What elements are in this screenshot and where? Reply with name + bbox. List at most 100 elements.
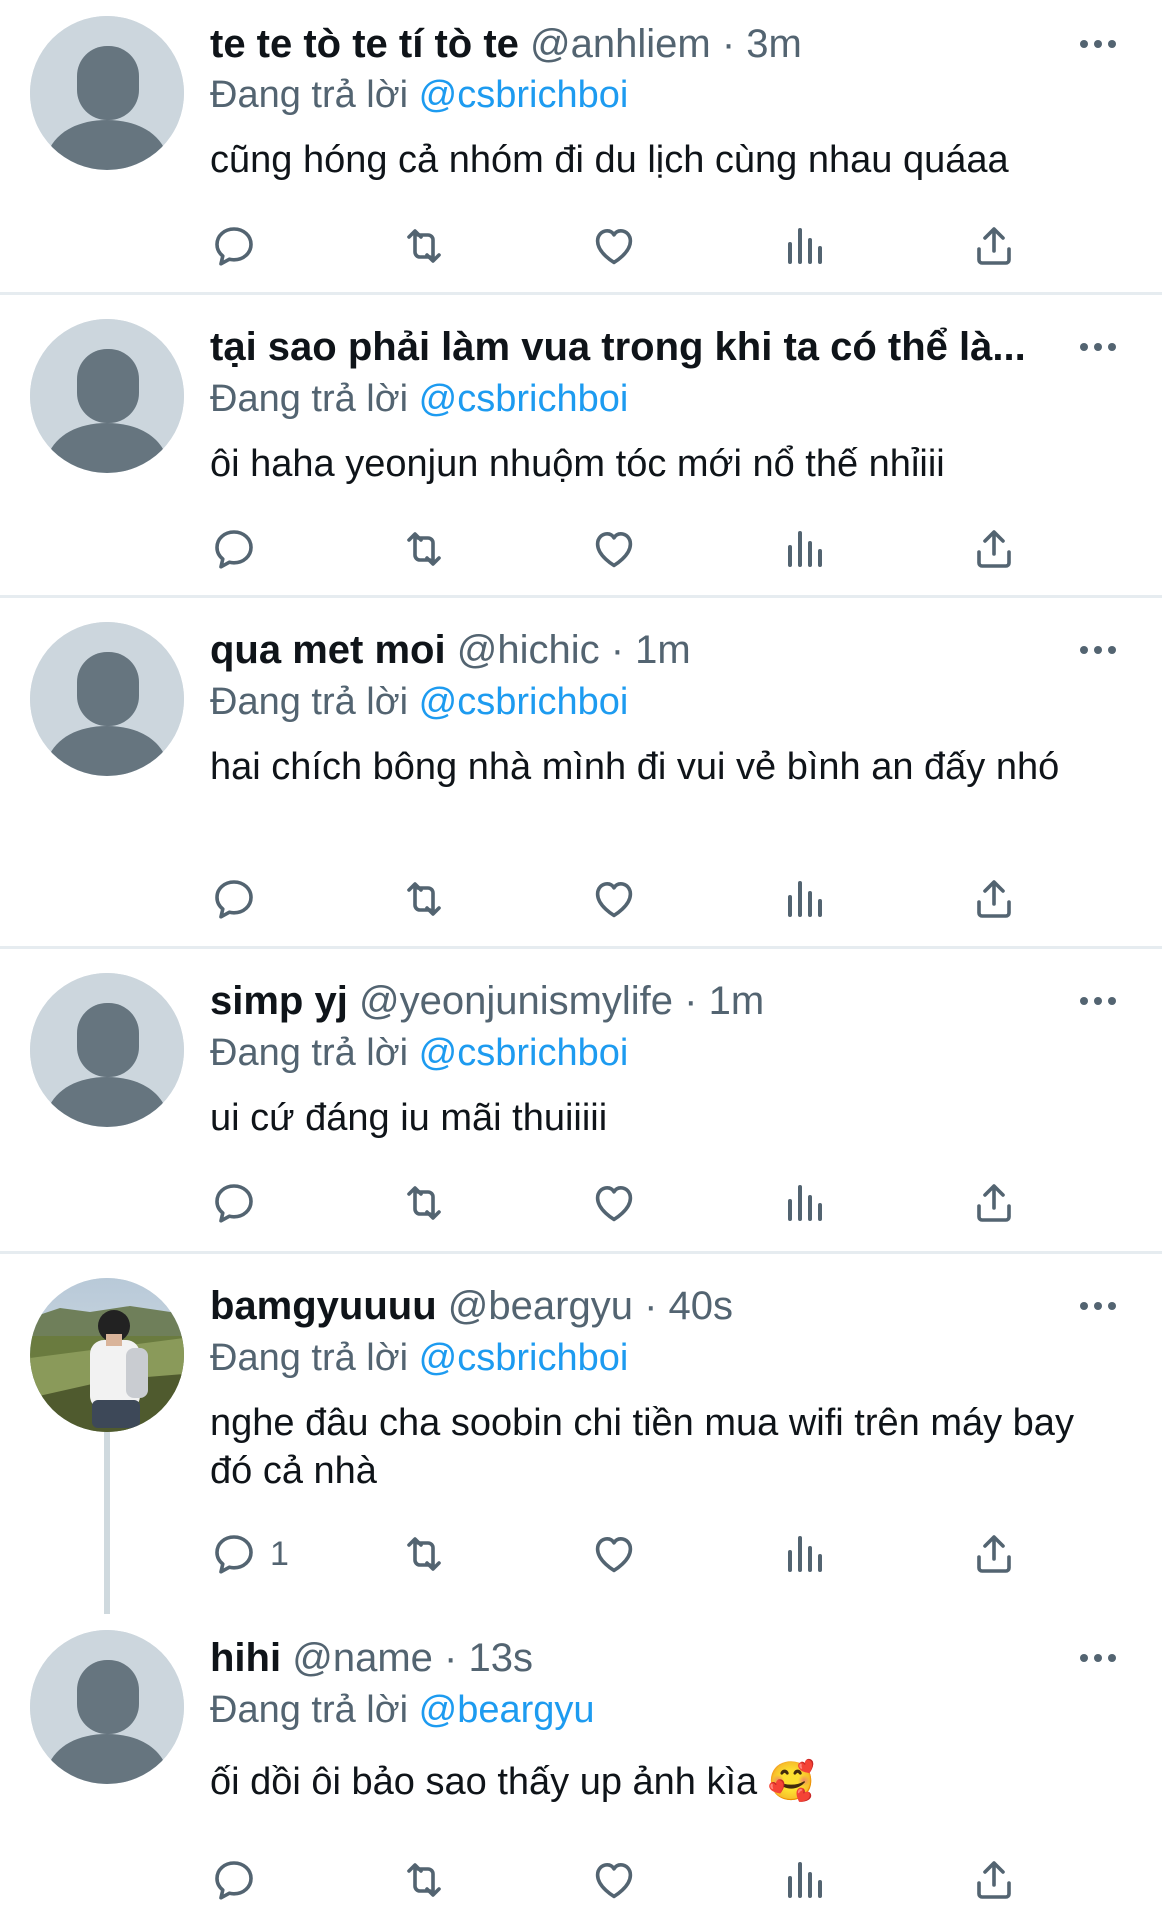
more-options-button[interactable] xyxy=(1074,20,1122,68)
replying-prefix: Đang trả lời xyxy=(210,1032,409,1074)
share-button[interactable] xyxy=(970,1526,1018,1582)
share-button[interactable] xyxy=(970,218,1018,274)
view-stats-button[interactable] xyxy=(780,521,828,577)
like-button[interactable] xyxy=(590,521,638,577)
reply-mention-link[interactable]: @csbrichboi xyxy=(419,378,629,420)
reply-tweet[interactable]: tại sao phải làm vua trong khi ta có thể… xyxy=(0,295,1162,595)
timestamp[interactable]: 1m xyxy=(709,979,765,1023)
replying-to: Đang trả lời @csbrichboi xyxy=(210,1334,628,1382)
reply-button[interactable] xyxy=(210,521,270,577)
more-icon xyxy=(1074,626,1122,674)
timestamp[interactable]: 40s xyxy=(669,1284,734,1328)
more-icon xyxy=(1074,20,1122,68)
more-options-button[interactable] xyxy=(1074,323,1122,371)
bar-chart-icon xyxy=(780,222,828,270)
like-button[interactable] xyxy=(590,218,638,274)
retweet-button[interactable] xyxy=(400,521,448,577)
display-name[interactable]: simp yj xyxy=(210,979,348,1023)
more-options-button[interactable] xyxy=(1074,626,1122,674)
share-button[interactable] xyxy=(970,871,1018,927)
retweet-button[interactable] xyxy=(400,1852,448,1908)
avatar[interactable] xyxy=(30,622,184,776)
view-stats-button[interactable] xyxy=(780,1175,828,1231)
avatar[interactable] xyxy=(30,16,184,170)
share-button[interactable] xyxy=(970,1852,1018,1908)
replying-prefix: Đang trả lời xyxy=(210,378,409,420)
more-options-button[interactable] xyxy=(1074,1282,1122,1330)
reply-mention-link[interactable]: @csbrichboi xyxy=(419,1337,629,1379)
separator: · xyxy=(644,1284,658,1328)
user-handle[interactable]: @hichic xyxy=(457,628,600,672)
reply-tweet[interactable]: te te tò te tí tò te @anhliem · 3m Đang … xyxy=(0,0,1162,292)
default-avatar-icon xyxy=(30,973,184,1127)
avatar[interactable] xyxy=(30,973,184,1127)
more-icon xyxy=(1074,323,1122,371)
reply-tweet[interactable]: simp yj @yeonjunismylife · 1m Đang trả l… xyxy=(0,949,1162,1251)
reply-mention-link[interactable]: @csbrichboi xyxy=(419,1032,629,1074)
action-bar xyxy=(210,521,1050,577)
like-button[interactable] xyxy=(590,1526,638,1582)
display-name[interactable]: tại sao phải làm vua trong khi ta có thể… xyxy=(210,325,1026,369)
like-button[interactable] xyxy=(590,1175,638,1231)
default-avatar-icon xyxy=(30,622,184,776)
more-options-button[interactable] xyxy=(1074,1634,1122,1682)
reply-button[interactable] xyxy=(210,1852,270,1908)
reply-mention-link[interactable]: @csbrichboi xyxy=(419,74,629,116)
share-icon xyxy=(970,1179,1018,1227)
display-name[interactable]: bamgyuuuu xyxy=(210,1284,437,1328)
reply-mention-link[interactable]: @csbrichboi xyxy=(419,681,629,723)
tweet-header: qua met moi @hichic · 1m xyxy=(210,626,1102,674)
avatar[interactable] xyxy=(30,1278,184,1432)
reply-button[interactable] xyxy=(210,218,270,274)
reply-button[interactable] xyxy=(210,1175,270,1231)
retweet-button[interactable] xyxy=(400,1526,448,1582)
view-stats-button[interactable] xyxy=(780,1526,828,1582)
retweet-button[interactable] xyxy=(400,871,448,927)
reply-tweet[interactable]: qua met moi @hichic · 1m Đang trả lời @c… xyxy=(0,598,1162,946)
share-button[interactable] xyxy=(970,1175,1018,1231)
heart-icon xyxy=(590,1856,638,1904)
reply-button[interactable] xyxy=(210,871,270,927)
user-handle[interactable]: @name xyxy=(292,1636,433,1680)
tweet-text: ôi haha yeonjun nhuộm tóc mới nổ thế nhỉ… xyxy=(210,443,945,485)
like-button[interactable] xyxy=(590,1852,638,1908)
separator: · xyxy=(684,979,698,1023)
tweet-header: bamgyuuuu @beargyu · 40s xyxy=(210,1282,1102,1330)
reply-tweet[interactable]: bamgyuuuu @beargyu · 40s Đang trả lời @c… xyxy=(0,1254,1162,1614)
separator: · xyxy=(610,628,625,672)
more-icon xyxy=(1074,1282,1122,1330)
replying-prefix: Đang trả lời xyxy=(210,1689,409,1731)
display-name[interactable]: qua met moi xyxy=(210,628,446,672)
tweet-header: hihi @name · 13s xyxy=(210,1634,1102,1682)
reply-icon xyxy=(210,1856,258,1904)
user-handle[interactable]: @yeonjunismylife xyxy=(359,979,673,1023)
share-button[interactable] xyxy=(970,521,1018,577)
view-stats-button[interactable] xyxy=(780,871,828,927)
retweet-button[interactable] xyxy=(400,1175,448,1231)
reply-mention-link[interactable]: @beargyu xyxy=(419,1689,595,1731)
reply-tweet[interactable]: hihi @name · 13s Đang trả lời @beargyu ố… xyxy=(0,1614,1162,1920)
timestamp[interactable]: 13s xyxy=(468,1636,533,1680)
like-button[interactable] xyxy=(590,871,638,927)
avatar[interactable] xyxy=(30,1630,184,1784)
retweet-button[interactable] xyxy=(400,218,448,274)
more-icon xyxy=(1074,1634,1122,1682)
action-bar: 1 xyxy=(210,1526,1050,1582)
user-handle[interactable]: @beargyu xyxy=(448,1284,633,1328)
replying-to: Đang trả lời @csbrichboi xyxy=(210,375,628,423)
smiling-face-with-hearts-emoji: 🥰 xyxy=(767,1761,816,1803)
view-stats-button[interactable] xyxy=(780,218,828,274)
display-name[interactable]: te te tò te tí tò te xyxy=(210,22,519,66)
view-stats-button[interactable] xyxy=(780,1852,828,1908)
user-handle[interactable]: @anhliem xyxy=(530,22,711,66)
photo-avatar-icon xyxy=(30,1278,184,1432)
timestamp[interactable]: 3m xyxy=(746,22,802,66)
more-options-button[interactable] xyxy=(1074,977,1122,1025)
share-icon xyxy=(970,222,1018,270)
display-name[interactable]: hihi xyxy=(210,1636,281,1680)
reply-button[interactable]: 1 xyxy=(210,1526,289,1582)
replying-to: Đang trả lời @csbrichboi xyxy=(210,1029,628,1077)
timestamp[interactable]: 1m xyxy=(635,628,691,672)
share-icon xyxy=(970,525,1018,573)
avatar[interactable] xyxy=(30,319,184,473)
